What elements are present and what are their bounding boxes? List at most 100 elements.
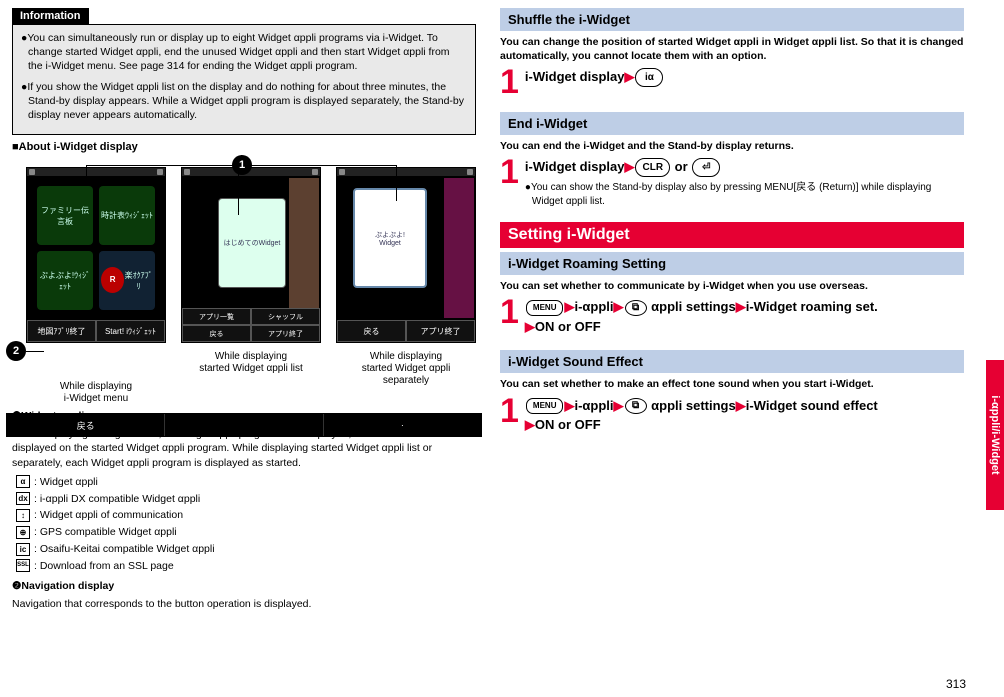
step-number: 1 [500, 67, 519, 98]
callout-1: 1 [232, 155, 252, 175]
arrow-icon: ▶ [736, 299, 746, 314]
widget-cell-label: ファミリー伝言板 [39, 205, 91, 227]
setting-heading: Setting i-Widget [500, 222, 964, 248]
step-text: i-αppli [574, 398, 613, 413]
widget-preview: はじめてのWidget [218, 198, 286, 288]
arrow-icon: ▶ [525, 417, 535, 432]
information-box: ●You can simultaneously run or display u… [12, 24, 476, 135]
phone-softkey-bar: 戻る · [6, 413, 482, 437]
page-number: 313 [946, 677, 966, 691]
step-number: 1 [500, 297, 519, 328]
about-heading: ■About i-Widget display [12, 141, 476, 153]
legend-row: α: Widget αppli [16, 474, 476, 491]
end-note: ●You can show the Stand-by display also … [525, 181, 964, 208]
widget-thumb-column [444, 178, 474, 318]
step-text: ON or OFF [535, 319, 601, 334]
softkey-label: · [324, 414, 481, 436]
legend-row: ↕: Widget αppli of communication [16, 507, 476, 524]
dx-icon: dx [16, 492, 30, 505]
osaifu-icon: ic [16, 543, 30, 556]
callout-line [26, 351, 44, 352]
callout-2-body: Navigation that corresponds to the butto… [12, 597, 476, 611]
arrow-icon: ▶ [614, 398, 624, 413]
step-text: αppli settings [651, 299, 736, 314]
iappli-key-icon: ⧉ [625, 300, 647, 316]
sound-step: 1 MENU▶i-αppli▶⧉ αppli settings▶i-Widget… [500, 396, 964, 435]
sound-body: You can set whether to make an effect to… [500, 377, 964, 391]
step-text: i-Widget roaming set. [746, 299, 878, 314]
arrow-icon: ▶ [525, 319, 535, 334]
softkey-label [165, 414, 323, 436]
phone-nav-label: アプリ終了 [251, 325, 320, 342]
widget-popup: ぷよぷよ! Widget [353, 188, 427, 288]
phone-caption: While displaying i-Widget menu [26, 381, 166, 405]
softkey-label: 戻る [7, 414, 165, 436]
widget-thumb-column [289, 178, 319, 318]
shuffle-body: You can change the position of started W… [500, 35, 964, 63]
roaming-body: You can set whether to communicate by i-… [500, 279, 964, 293]
phone-nav-label: アプリ終了 [406, 320, 475, 342]
step-number: 1 [500, 396, 519, 427]
step-text: i-αppli [574, 299, 613, 314]
legend-row: SSL: Download from an SSL page [16, 558, 476, 575]
screenshots-row: 1 2 ファミリー伝言板 時計表ｳｨｼﾞｪｯﾄ ぷよぷよ!ｳｨｼﾞｪｯﾄ R楽ｵ… [12, 167, 476, 405]
arrow-icon: ▶ [564, 398, 574, 413]
phone-nav-label: 戻る [182, 325, 251, 342]
or-text: or [671, 159, 691, 174]
callout-line [396, 165, 397, 201]
phone-nav-label: 地図ｱﾌﾟﾘ終了 [27, 320, 96, 342]
step-text: i-Widget display [525, 159, 625, 174]
roaming-step: 1 MENU▶i-αppli▶⧉ αppli settings▶i-Widget… [500, 297, 964, 336]
phone-nav-label: 戻る [337, 320, 406, 342]
side-tab: i-αppli/i-Widget [986, 360, 1004, 510]
shuffle-step: 1 i-Widget display▶iα [500, 67, 964, 98]
gps-icon: ⊕ [16, 526, 30, 539]
arrow-icon: ▶ [564, 299, 574, 314]
clr-key-icon: CLR [635, 158, 670, 177]
iappli-key-icon: ⧉ [625, 398, 647, 414]
callout-2: 2 [6, 341, 26, 361]
arrow-icon: ▶ [736, 398, 746, 413]
legend-row: dx: i-αppli DX compatible Widget αppli [16, 491, 476, 508]
end-body: You can end the i-Widget and the Stand-b… [500, 139, 964, 153]
end-heading: End i-Widget [500, 112, 964, 135]
phone-nav-label: シャッフル [251, 308, 320, 325]
phone-screenshot-menu: ファミリー伝言板 時計表ｳｨｼﾞｪｯﾄ ぷよぷよ!ｳｨｼﾞｪｯﾄ R楽ｵｸｱﾌﾟ… [26, 167, 166, 405]
shuffle-heading: Shuffle the i-Widget [500, 8, 964, 31]
sound-heading: i-Widget Sound Effect [500, 350, 964, 373]
end-step: 1 i-Widget display▶CLR or ⏎ ●You can sho… [500, 157, 964, 208]
menu-key-icon: MENU [526, 398, 564, 414]
info-bullet: ●If you show the Widget αppli list on th… [21, 80, 467, 123]
roaming-heading: i-Widget Roaming Setting [500, 252, 964, 275]
arrow-icon: ▶ [614, 299, 624, 314]
phone-screenshot-separate: ぷよぷよ! Widget 戻る アプリ終了 While displaying s… [336, 167, 476, 405]
left-column: Information ●You can simultaneously run … [12, 8, 476, 615]
legend-row: ⊕: GPS compatible Widget αppli [16, 524, 476, 541]
information-header: Information [12, 8, 89, 24]
right-column: Shuffle the i-Widget You can change the … [500, 8, 964, 615]
widget-cell-label: 時計表ｳｨｼﾞｪｯﾄ [101, 210, 153, 221]
rakuten-icon: R [101, 267, 124, 293]
arrow-icon: ▶ [624, 159, 634, 174]
hangup-key-icon: ⏎ [692, 158, 720, 177]
legend-row: ic: Osaifu-Keitai compatible Widget αppl… [16, 541, 476, 558]
phone-screenshot-list: はじめてのWidget アプリ一覧 シャッフル 戻る アプリ終了 While d… [181, 167, 321, 405]
ssl-icon: SSL [16, 559, 30, 572]
phone-caption: While displaying started Widget αppli se… [336, 351, 476, 387]
ialpha-key-icon: iα [635, 68, 663, 87]
side-tab-label: i-αppli/i-Widget [989, 395, 1001, 474]
callout-2-title: ❷Navigation display [12, 579, 476, 593]
menu-key-icon: MENU [526, 300, 564, 316]
widget-cell-label: 楽ｵｸｱﾌﾟﾘ [124, 270, 153, 292]
step-text: i-Widget sound effect [746, 398, 878, 413]
widget-cell-label: ぷよぷよ!ｳｨｼﾞｪｯﾄ [39, 270, 91, 292]
icon-legend: α: Widget αppli dx: i-αppli DX compatibl… [12, 474, 476, 575]
phone-caption: While displaying started Widget αppli li… [181, 351, 321, 375]
arrow-icon: ▶ [624, 69, 634, 84]
alpha-icon: α [16, 475, 30, 488]
step-text: αppli settings [651, 398, 736, 413]
step-text: i-Widget display [525, 69, 625, 84]
step-text: ON or OFF [535, 417, 601, 432]
callout-line [86, 165, 87, 183]
comm-icon: ↕ [16, 509, 30, 522]
